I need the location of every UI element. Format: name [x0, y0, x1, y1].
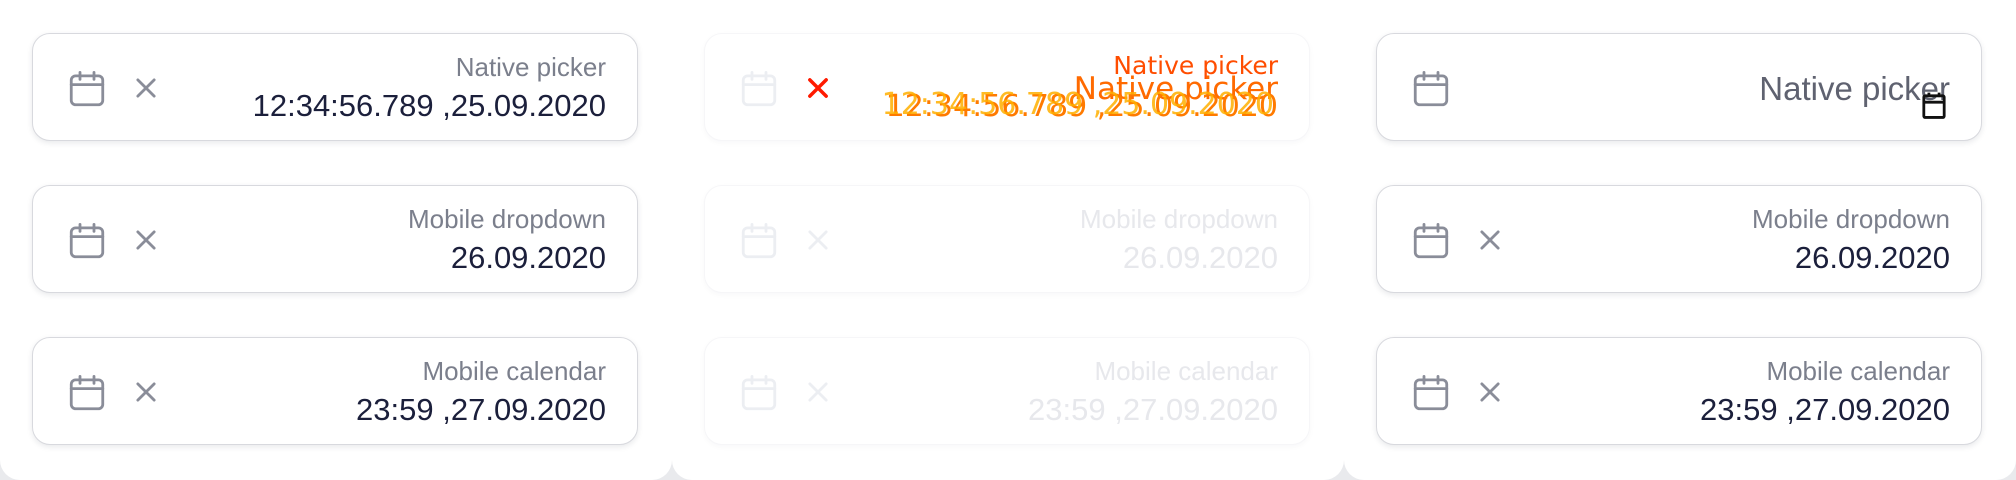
- column-disabled: Native picker Native picker 12:34:56.789…: [672, 0, 1344, 480]
- close-icon: [808, 78, 828, 98]
- field-value: 12:34:56.789 ,25.09.2020: [252, 88, 606, 123]
- date-field-mobile-calendar[interactable]: Mobile calendar 23:59 ,27.09.2020: [1376, 337, 1982, 445]
- date-field-native-picker: Native picker Native picker 12:34:56.789…: [704, 33, 1310, 141]
- calendar-icon[interactable]: [66, 68, 108, 110]
- date-field-mobile-calendar: Mobile calendar 23:59 ,27.09.2020: [704, 337, 1310, 445]
- date-field-native-picker[interactable]: Native picker 12:34:56.789 ,25.09.2020: [32, 33, 638, 141]
- close-icon: [808, 230, 828, 250]
- close-icon[interactable]: [132, 74, 160, 102]
- calendar-icon: [741, 222, 777, 259]
- field-value: 26.09.2020: [450, 240, 606, 275]
- calendar-icon[interactable]: [1410, 372, 1452, 414]
- field-label: Mobile dropdown: [1751, 204, 1950, 234]
- calendar-icon[interactable]: [1410, 220, 1452, 262]
- field-value: 23:59 ,27.09.2020: [356, 392, 606, 427]
- field-label: Mobile dropdown: [407, 204, 606, 234]
- field-value: 23:59 ,27.09.2020: [1028, 392, 1278, 427]
- date-field-native-picker[interactable]: Native picker: [1376, 33, 1982, 141]
- date-field-mobile-dropdown: Mobile dropdown 26.09.2020: [704, 185, 1310, 293]
- field-value-overlap: 12:34:56.789 ,25.09.2020: [881, 87, 1274, 122]
- field-label: Mobile calendar: [422, 356, 606, 386]
- close-icon[interactable]: [132, 378, 160, 406]
- field-value: 26.09.2020: [1794, 240, 1950, 275]
- close-icon[interactable]: [132, 226, 160, 254]
- calendar-icon: [741, 374, 777, 411]
- close-icon[interactable]: [1476, 378, 1504, 406]
- date-field-mobile-dropdown[interactable]: Mobile dropdown 26.09.2020: [1376, 185, 1982, 293]
- field-label: Mobile dropdown: [1079, 204, 1278, 234]
- calendar-icon[interactable]: [1410, 68, 1452, 110]
- date-field-mobile-calendar[interactable]: Mobile calendar 23:59 ,27.09.2020: [32, 337, 638, 445]
- field-value: 26.09.2020: [1122, 240, 1278, 275]
- field-label: Native picker: [455, 52, 606, 82]
- column-native-empty: Native picker Mobile dropdown 26.09.2020: [1344, 0, 2016, 480]
- column-default: Native picker 12:34:56.789 ,25.09.2020 M…: [0, 0, 672, 480]
- date-field-mobile-dropdown[interactable]: Mobile dropdown 26.09.2020: [32, 185, 638, 293]
- field-label: Mobile calendar: [1766, 356, 1950, 386]
- native-calendar-icon[interactable]: [1921, 92, 1947, 120]
- calendar-icon[interactable]: [66, 372, 108, 414]
- field-value: 23:59 ,27.09.2020: [1700, 392, 1950, 427]
- calendar-icon: [741, 70, 777, 107]
- field-label: Mobile calendar: [1094, 356, 1278, 386]
- calendar-icon[interactable]: [66, 220, 108, 262]
- close-icon[interactable]: [1476, 226, 1504, 254]
- close-icon: [808, 382, 828, 402]
